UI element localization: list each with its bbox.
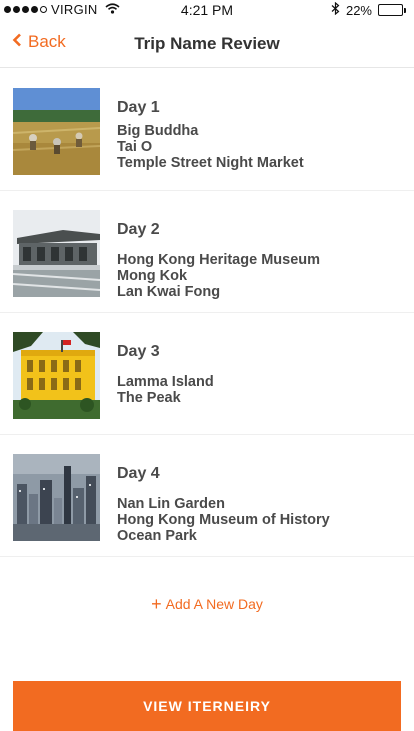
day-list: Day 1 Big Buddha Tai O Temple Street Nig… bbox=[0, 69, 414, 557]
day-row-2[interactable]: Day 2 Hong Kong Heritage Museum Mong Kok… bbox=[0, 191, 414, 313]
bluetooth-icon bbox=[331, 1, 340, 18]
place-item: Big Buddha bbox=[117, 123, 199, 139]
day-title: Day 2 bbox=[117, 221, 160, 238]
place-item: Lamma Island bbox=[117, 374, 214, 390]
day-title: Day 4 bbox=[117, 465, 160, 482]
day-row-1[interactable]: Day 1 Big Buddha Tai O Temple Street Nig… bbox=[0, 69, 414, 191]
city-skyline-image bbox=[13, 454, 100, 541]
place-item: Ocean Park bbox=[117, 528, 197, 544]
place-item: Hong Kong Museum of History bbox=[117, 512, 330, 528]
battery-percent: 22% bbox=[345, 2, 372, 18]
day-places: Hong Kong Heritage Museum Mong Kok Lan K… bbox=[117, 252, 320, 300]
day-places: Big Buddha Tai O Temple Street Night Mar… bbox=[117, 123, 304, 171]
battery-info: 22% bbox=[331, 1, 406, 18]
place-item: The Peak bbox=[117, 390, 181, 406]
day-row-3[interactable]: Day 3 Lamma Island The Peak bbox=[0, 313, 414, 435]
day-title: Day 3 bbox=[117, 343, 160, 360]
yellow-palace-image bbox=[13, 332, 100, 419]
status-bar: VIRGIN 4:21 PM 22% bbox=[0, 0, 414, 20]
farm-field-image bbox=[13, 88, 100, 175]
navigation-bar: Back Trip Name Review bbox=[0, 20, 414, 68]
place-item: Lan Kwai Fong bbox=[117, 284, 221, 300]
heritage-building-image bbox=[13, 210, 100, 297]
view-itinerary-button[interactable]: VIEW ITERNEIRY bbox=[13, 681, 401, 731]
place-item: Tai O bbox=[117, 139, 153, 155]
battery-icon bbox=[378, 4, 406, 16]
day-places: Nan Lin Garden Hong Kong Museum of Histo… bbox=[117, 496, 330, 544]
day-places: Lamma Island The Peak bbox=[117, 374, 214, 406]
place-item: Temple Street Night Market bbox=[117, 155, 304, 171]
place-item: Hong Kong Heritage Museum bbox=[117, 252, 321, 268]
add-day-button[interactable]: + Add A New Day bbox=[0, 594, 414, 615]
place-item: Nan Lin Garden bbox=[117, 496, 225, 512]
plus-icon: + bbox=[151, 594, 162, 614]
page-title: Trip Name Review bbox=[134, 34, 280, 53]
place-item: Mong Kok bbox=[117, 268, 188, 284]
day-row-4[interactable]: Day 4 Nan Lin Garden Hong Kong Museum of… bbox=[0, 435, 414, 557]
day-title: Day 1 bbox=[117, 99, 160, 116]
add-day-label: Add A New Day bbox=[165, 596, 263, 612]
